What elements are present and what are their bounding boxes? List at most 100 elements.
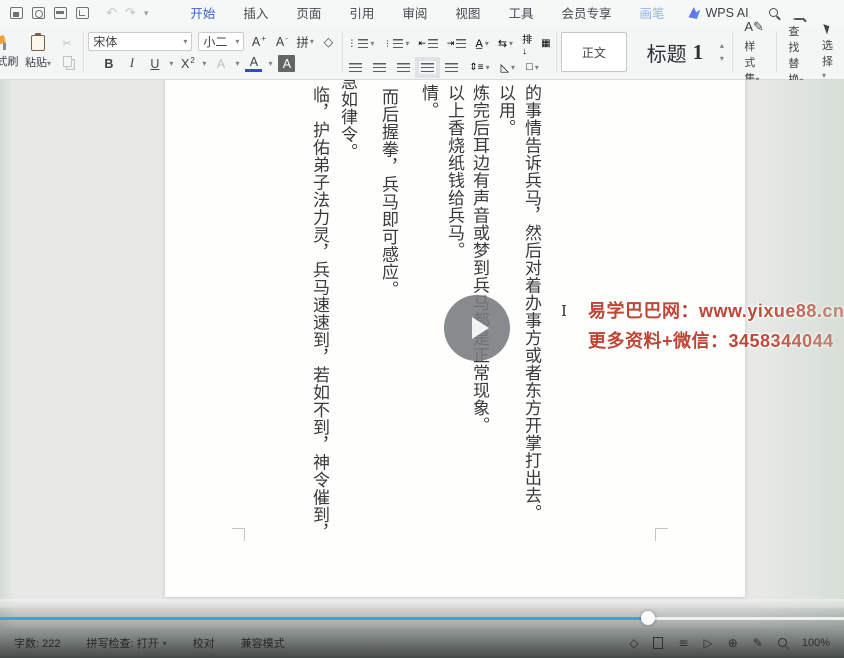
text-column-1: 的事情告诉兵马，然后对着办事方或者东方开掌打出去。	[519, 84, 543, 522]
text-direction-icon[interactable]: A̲▾	[475, 38, 488, 50]
save-icon[interactable]	[10, 7, 23, 19]
print-icon[interactable]	[54, 7, 67, 19]
align-left-icon[interactable]	[349, 63, 362, 72]
video-progress-filled[interactable]	[0, 617, 648, 620]
focus-mode-icon[interactable]: ◇	[629, 636, 638, 650]
eye-protection-icon[interactable]: ⊕	[728, 636, 738, 650]
spell-check-caret-icon: ▾	[163, 639, 167, 648]
tab-pen[interactable]: 画笔	[637, 0, 666, 28]
play-icon	[472, 317, 489, 339]
sort-icon[interactable]: 排↓	[522, 31, 532, 57]
tab-insert[interactable]: 插入	[241, 0, 270, 28]
justify-icon[interactable]	[421, 63, 434, 72]
align-right-icon[interactable]	[397, 63, 410, 72]
text-column-6: 而后握拳，兵马即可感应。	[376, 88, 400, 298]
style-gallery-up-icon[interactable]: ▴	[720, 41, 724, 50]
font-name-value: 宋体	[93, 33, 117, 50]
font-size-select[interactable]: 小二▾	[198, 32, 244, 51]
tab-page[interactable]: 页面	[294, 0, 323, 28]
style-heading-1[interactable]: 标题 1	[633, 32, 717, 72]
style-set-button[interactable]: A✎ 样式集▾	[737, 29, 771, 75]
word-count[interactable]: 字数: 222	[14, 635, 60, 651]
clear-format-icon[interactable]: ◇	[320, 33, 337, 50]
decrease-indent-icon[interactable]: ⇤	[418, 38, 438, 49]
tab-reference[interactable]: 引用	[347, 0, 376, 28]
tab-tools[interactable]: 工具	[506, 0, 535, 28]
style-set-icon: A✎	[744, 19, 764, 35]
ribbon-toolbar: 格式刷 粘贴▾ ✂ 宋体▾ 小二▾ A+ A- 拼▾	[0, 26, 844, 80]
quickbar-caret-icon[interactable]: ▾	[144, 8, 149, 19]
ribbon-tabs: 开始 插入 页面 引用 审阅 视图 工具 会员专享 画笔	[188, 0, 666, 28]
zoom-level[interactable]: 100%	[802, 637, 830, 649]
grow-font-button[interactable]: A+	[250, 33, 267, 50]
phonetic-guide-button[interactable]: 拼▾	[296, 33, 314, 50]
find-replace-icon	[793, 18, 804, 20]
wps-ai-label: WPS AI	[705, 6, 748, 20]
format-painter-icon	[0, 35, 10, 50]
line-spacing-icon[interactable]: ⇕≡▾	[469, 62, 489, 73]
zoom-out-icon[interactable]	[778, 636, 787, 650]
tab-review[interactable]: 审阅	[400, 0, 429, 28]
font-group: 宋体▾ 小二▾ A+ A- 拼▾ ◇ B I U ▾ X2 ▾ A ▾ A	[88, 29, 337, 75]
bold-button[interactable]: B	[100, 55, 117, 72]
document-area[interactable]: 的事情告诉兵马，然后对着办事方或者东方开掌打出去。 以用。 炼完后耳边有声音或梦…	[0, 80, 844, 628]
wps-ai-button[interactable]: WPS AI	[688, 6, 748, 20]
tab-member[interactable]: 会员专享	[559, 0, 613, 28]
grid-paper-icon[interactable]: ▦	[541, 38, 550, 49]
style-body-label: 正文	[582, 44, 606, 61]
video-progress-knob[interactable]	[641, 611, 655, 625]
increase-indent-icon[interactable]: ⇥	[447, 38, 467, 49]
find-replace-label: 查找替换	[788, 26, 799, 86]
shrink-font-button[interactable]: A-	[273, 33, 290, 50]
copy-icon[interactable]	[63, 56, 72, 67]
search-button[interactable]	[769, 4, 778, 22]
text-column-4: 以上香烧纸钱给兵马。	[442, 84, 466, 259]
undo-icon[interactable]: ↶	[106, 5, 117, 21]
compatibility-mode-badge: 兼容模式	[241, 635, 285, 651]
read-mode-icon[interactable]: ▷	[704, 636, 713, 650]
output-pdf-icon[interactable]	[32, 7, 45, 19]
tab-view[interactable]: 视图	[453, 0, 482, 28]
shading-icon[interactable]: ◺▾	[501, 61, 515, 74]
italic-button[interactable]: I	[123, 55, 140, 72]
borders-icon[interactable]: □▾	[526, 61, 539, 73]
char-shading-button[interactable]: A	[278, 55, 295, 72]
status-bar: 字数: 222 拼写检查: 打开 ▾ 校对 兼容模式 ◇ ≡ ▷ ⊕ ✎ 100…	[0, 628, 844, 658]
style-gallery-down-icon[interactable]: ▾	[720, 54, 724, 63]
annotate-pen-icon[interactable]: ✎	[753, 636, 763, 650]
video-play-button[interactable]	[444, 295, 510, 361]
numbered-list-icon[interactable]: ⋮▾	[383, 39, 409, 48]
text-column-5: 情。	[416, 84, 440, 119]
font-name-select[interactable]: 宋体▾	[88, 32, 192, 51]
spell-check-label: 拼写检查: 打开	[86, 635, 158, 651]
bullet-list-icon[interactable]: ⋮▾	[347, 38, 374, 49]
page-margin-mark-left	[232, 528, 245, 541]
underline-button[interactable]: U	[146, 55, 163, 72]
align-center-icon[interactable]	[373, 63, 386, 72]
redo-icon[interactable]: ↷	[125, 5, 136, 21]
export-icon[interactable]	[76, 7, 89, 19]
paste-button[interactable]: 粘贴▾	[20, 35, 56, 70]
tab-home[interactable]: 开始	[188, 0, 217, 28]
menu-bar: ↶ ↷ ▾ 开始 插入 页面 引用 审阅 视图 工具 会员专享 画笔 WPS A…	[0, 0, 844, 26]
proofread-button[interactable]: 校对	[193, 635, 215, 651]
wrap-icon[interactable]: ⇆▾	[498, 37, 513, 50]
text-cursor-icon: I	[561, 302, 567, 320]
style-heading-number: 1	[693, 40, 704, 65]
video-progress-remaining[interactable]	[648, 617, 844, 620]
select-button[interactable]: 选择▾	[815, 29, 840, 75]
edge-tint-right	[756, 80, 844, 628]
font-color-button[interactable]: A	[245, 55, 262, 72]
style-body-text[interactable]: 正文	[561, 32, 627, 72]
select-label: 选择	[822, 40, 833, 68]
page-view-icon[interactable]	[653, 637, 663, 649]
outline-view-icon[interactable]: ≡	[678, 636, 688, 650]
spell-check-status[interactable]: 拼写检查: 打开 ▾	[86, 635, 166, 651]
format-painter-button[interactable]: 格式刷	[0, 35, 20, 69]
text-effect-button[interactable]: A	[212, 55, 229, 72]
find-replace-button[interactable]: 查找替换▾	[781, 29, 815, 75]
distribute-icon[interactable]	[445, 63, 458, 72]
superscript-button[interactable]: X2	[179, 55, 196, 72]
cut-icon[interactable]: ✂	[62, 37, 71, 50]
format-painter-label: 格式刷	[0, 53, 19, 69]
